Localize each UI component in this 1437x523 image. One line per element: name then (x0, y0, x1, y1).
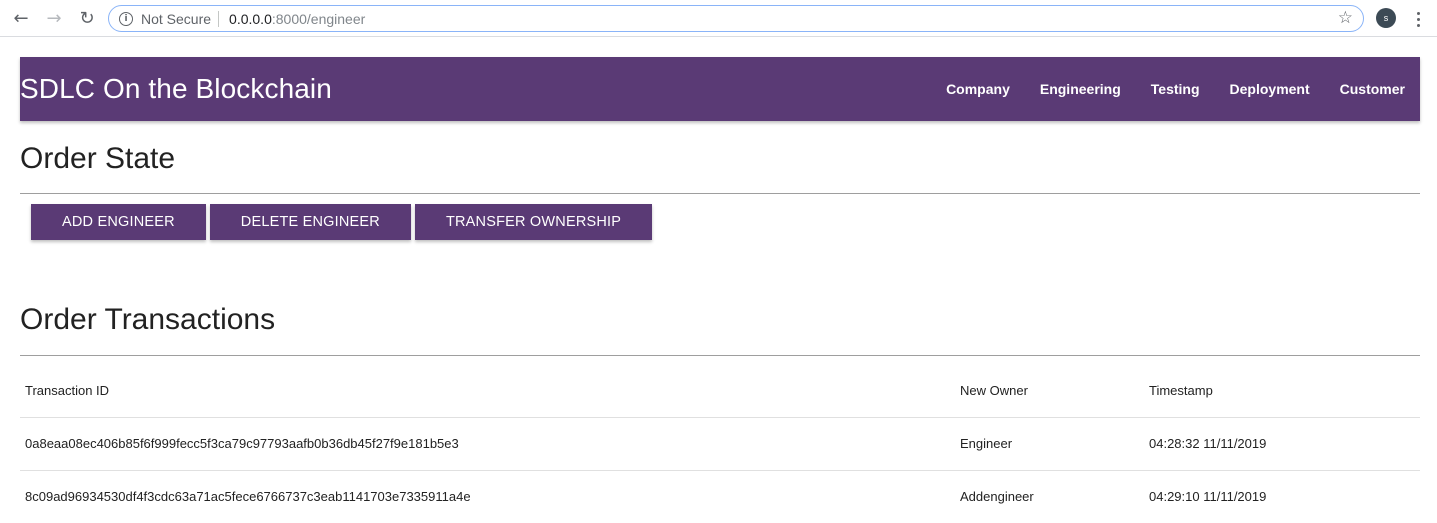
nav-link-engineering[interactable]: Engineering (1040, 81, 1121, 97)
bookmark-star-icon[interactable]: ☆ (1338, 8, 1353, 28)
url-path[interactable]: :8000/engineer (272, 11, 365, 27)
order-state-divider (20, 193, 1420, 194)
add-engineer-button[interactable]: ADD ENGINEER (31, 204, 206, 240)
table-header-row: Transaction ID New Owner Timestamp (20, 365, 1420, 417)
timestamp-cell: 04:29:10 11/11/2019 (1149, 489, 1267, 505)
table-row: 0a8eaa08ec406b85f6f999fecc5f3ca79c97793a… (20, 417, 1420, 470)
security-status[interactable]: Not Secure (141, 11, 211, 27)
order-state-heading: Order State (20, 142, 176, 175)
column-header-timestamp: Timestamp (1149, 383, 1213, 399)
reload-icon[interactable]: ↻ (75, 7, 99, 29)
app-header: SDLC On the Blockchain Company Engineeri… (20, 57, 1420, 121)
delete-engineer-button[interactable]: DELETE ENGINEER (209, 204, 411, 240)
order-transactions-heading: Order Transactions (20, 303, 276, 336)
address-separator (218, 10, 220, 27)
table-row: 8c09ad96934530df4f3cdc63a71ac5fece676673… (20, 470, 1420, 523)
transactions-table: Transaction ID New Owner Timestamp 0a8ea… (20, 365, 1420, 523)
main-nav: Company Engineering Testing Deployment C… (916, 57, 1420, 121)
browser-menu-icon[interactable] (1410, 8, 1426, 30)
url-host[interactable]: 0.0.0.0 (229, 11, 272, 27)
new-owner-cell: Engineer (960, 436, 1013, 451)
nav-link-customer[interactable]: Customer (1340, 81, 1405, 97)
timestamp-cell: 04:28:32 11/11/2019 (1149, 436, 1267, 451)
order-transactions-divider (20, 355, 1420, 356)
transfer-ownership-button[interactable]: TRANSFER OWNERSHIP (414, 204, 653, 240)
transaction-id-cell: 0a8eaa08ec406b85f6f999fecc5f3ca79c97793a… (25, 436, 459, 451)
browser-toolbar: ← → ↻ i Not Secure 0.0.0.0:8000/engineer… (0, 0, 1437, 37)
order-actions: ADD ENGINEER DELETE ENGINEER TRANSFER OW… (31, 204, 653, 240)
column-header-transaction-id: Transaction ID (25, 383, 110, 399)
forward-arrow-icon[interactable]: → (42, 7, 66, 29)
nav-link-deployment[interactable]: Deployment (1230, 81, 1310, 97)
column-header-new-owner: New Owner (960, 383, 1028, 399)
profile-avatar[interactable]: s (1376, 8, 1396, 28)
app-title[interactable]: SDLC On the Blockchain (20, 73, 332, 105)
transaction-id-cell: 8c09ad96934530df4f3cdc63a71ac5fece676673… (25, 489, 471, 505)
nav-link-company[interactable]: Company (946, 81, 1010, 97)
address-bar[interactable]: i Not Secure 0.0.0.0:8000/engineer ☆ (108, 5, 1364, 32)
back-arrow-icon[interactable]: ← (9, 7, 33, 29)
new-owner-cell: Addengineer (960, 489, 1034, 505)
info-icon[interactable]: i (119, 11, 133, 26)
nav-link-testing[interactable]: Testing (1151, 81, 1200, 97)
